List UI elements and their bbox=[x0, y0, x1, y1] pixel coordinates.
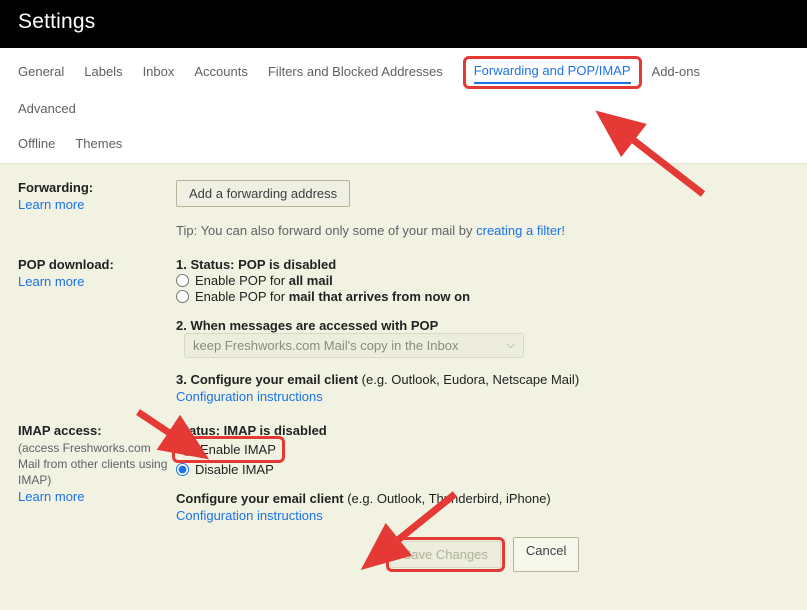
annotation-highlight-enable-imap: Enable IMAP bbox=[172, 436, 285, 463]
pop-opt1-text: Enable POP for bbox=[195, 273, 289, 288]
cancel-button[interactable]: Cancel bbox=[513, 537, 579, 572]
imap-subtext: (access Freshworks.com Mail from other c… bbox=[18, 440, 176, 489]
pop-step3-row: 3. Configure your email client (e.g. Out… bbox=[176, 372, 789, 387]
imap-heading: IMAP access: bbox=[18, 423, 176, 438]
pop-step2-label: 2. When messages are accessed with POP bbox=[176, 318, 438, 333]
tab-forwarding-pop-imap[interactable]: Forwarding and POP/IMAP bbox=[474, 59, 631, 84]
forwarding-tip-text: Tip: You can also forward only some of y… bbox=[176, 223, 476, 238]
footer-buttons: Save Changes Cancel bbox=[176, 537, 789, 572]
imap-enable-radio-input[interactable] bbox=[181, 443, 194, 456]
pop-step3-bold: 3. Configure your email client bbox=[176, 372, 362, 387]
pop-enable-all-radio-input[interactable] bbox=[176, 274, 189, 287]
add-forwarding-address-button[interactable]: Add a forwarding address bbox=[176, 180, 350, 207]
pop-status-value: POP is disabled bbox=[238, 257, 336, 272]
imap-enable-label: Enable IMAP bbox=[200, 442, 276, 457]
settings-tabs: General Labels Inbox Accounts Filters an… bbox=[0, 48, 807, 164]
pop-enable-new-radio-input[interactable] bbox=[176, 290, 189, 303]
pop-status-label: 1. Status: bbox=[176, 257, 238, 272]
tab-inbox[interactable]: Inbox bbox=[143, 56, 185, 91]
pop-action-select[interactable]: keep Freshworks.com Mail's copy in the I… bbox=[184, 333, 524, 358]
pop-opt1-bold: all mail bbox=[289, 273, 333, 288]
page-title: Settings bbox=[0, 0, 807, 48]
pop-enable-new-radio[interactable]: Enable POP for mail that arrives from no… bbox=[176, 289, 789, 304]
pop-learn-more-link[interactable]: Learn more bbox=[18, 274, 84, 289]
pop-step2-row: 2. When messages are accessed with POP k… bbox=[176, 318, 789, 358]
pop-step3-rest: (e.g. Outlook, Eudora, Netscape Mail) bbox=[362, 372, 580, 387]
tab-addons[interactable]: Add-ons bbox=[652, 56, 710, 91]
imap-conf-row: Configure your email client (e.g. Outloo… bbox=[176, 491, 789, 506]
tab-offline[interactable]: Offline bbox=[18, 128, 65, 163]
imap-conf-rest: (e.g. Outlook, Thunderbird, iPhone) bbox=[347, 491, 551, 506]
imap-disable-radio[interactable]: Disable IMAP bbox=[176, 462, 789, 477]
save-changes-button[interactable]: Save Changes bbox=[390, 541, 501, 568]
pop-enable-all-radio[interactable]: Enable POP for all mail bbox=[176, 273, 789, 288]
imap-disable-radio-input[interactable] bbox=[176, 463, 189, 476]
tab-general[interactable]: General bbox=[18, 56, 74, 91]
imap-enable-radio[interactable]: Enable IMAP bbox=[181, 442, 276, 457]
forwarding-heading: Forwarding: bbox=[18, 180, 176, 195]
pop-config-instructions-link[interactable]: Configuration instructions bbox=[176, 389, 323, 404]
tab-labels[interactable]: Labels bbox=[84, 56, 132, 91]
chevron-down-icon: ⌵ bbox=[507, 339, 515, 352]
pop-opt2-text: Enable POP for bbox=[195, 289, 289, 304]
tab-accounts[interactable]: Accounts bbox=[194, 56, 257, 91]
annotation-highlight-tab: Forwarding and POP/IMAP bbox=[463, 56, 642, 89]
imap-conf-bold: Configure your email client bbox=[176, 491, 347, 506]
section-imap: IMAP access: (access Freshworks.com Mail… bbox=[18, 418, 789, 586]
tab-advanced[interactable]: Advanced bbox=[18, 93, 86, 128]
section-pop: POP download: Learn more 1. Status: POP … bbox=[18, 252, 789, 418]
imap-disable-label: Disable IMAP bbox=[195, 462, 274, 477]
pop-opt2-bold: mail that arrives from now on bbox=[289, 289, 470, 304]
section-forwarding: Forwarding: Learn more Add a forwarding … bbox=[18, 176, 789, 252]
annotation-highlight-save: Save Changes bbox=[386, 537, 505, 572]
imap-learn-more-link[interactable]: Learn more bbox=[18, 489, 84, 504]
imap-config-instructions-link[interactable]: Configuration instructions bbox=[176, 508, 323, 523]
forwarding-learn-more-link[interactable]: Learn more bbox=[18, 197, 84, 212]
pop-action-select-value: keep Freshworks.com Mail's copy in the I… bbox=[193, 338, 458, 353]
create-filter-link[interactable]: creating a filter! bbox=[476, 223, 565, 238]
tab-themes[interactable]: Themes bbox=[75, 128, 132, 163]
pop-status: 1. Status: POP is disabled bbox=[176, 257, 789, 272]
pop-heading: POP download: bbox=[18, 257, 176, 272]
forwarding-tip: Tip: You can also forward only some of y… bbox=[176, 223, 789, 238]
tab-filters[interactable]: Filters and Blocked Addresses bbox=[268, 56, 453, 91]
